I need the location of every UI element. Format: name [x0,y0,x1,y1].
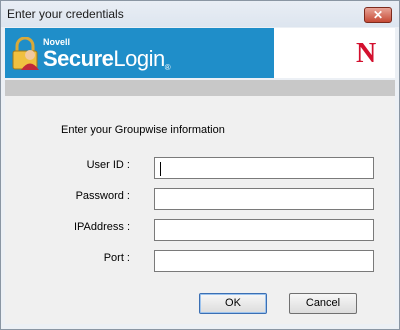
close-button[interactable]: ✕ [364,7,392,23]
title-bar[interactable]: Enter your credentials ✕ [1,1,399,27]
user-id-field[interactable] [154,157,374,179]
window-title: Enter your credentials [7,7,124,21]
separator-band [5,80,395,96]
ipaddress-label: IPAddress : [73,221,130,233]
banner: Novell SecureLogin® N [5,28,395,78]
user-id-label: User ID : [86,159,130,171]
securelogin-brand: Novell SecureLogin® [5,28,274,78]
text-caret [160,162,161,176]
form-heading: Enter your Groupwise information [61,124,225,136]
password-field[interactable] [154,188,374,210]
port-label: Port : [103,252,130,264]
novell-n-logo: N [356,38,377,69]
lock-user-icon [11,36,41,76]
form-panel: Enter your Groupwise information User ID… [5,96,395,324]
ipaddress-field[interactable] [154,219,374,241]
cancel-button[interactable]: Cancel [289,293,357,314]
ok-button[interactable]: OK [199,293,267,314]
password-label: Password : [75,190,130,202]
product-name: SecureLogin® [43,46,171,72]
credentials-dialog: Enter your credentials ✕ Novell SecureLo… [0,0,400,330]
port-field[interactable] [154,250,374,272]
